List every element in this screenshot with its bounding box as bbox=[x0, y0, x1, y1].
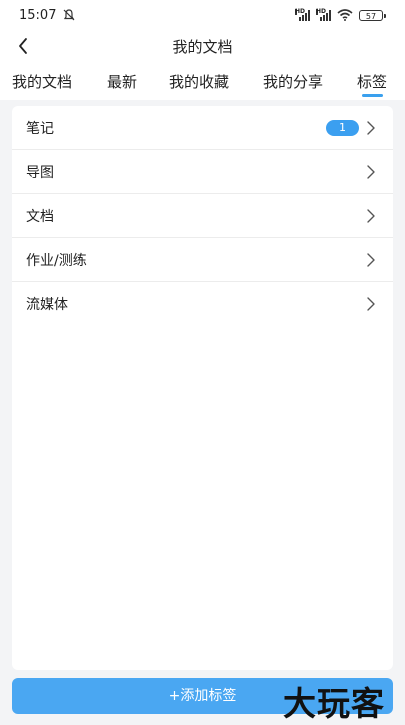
signal-icon: HD bbox=[295, 9, 310, 21]
tag-list: 笔记 1 导图 文档 作业/测练 流媒体 bbox=[12, 106, 393, 670]
signal-icon: HD bbox=[316, 9, 331, 21]
tab-tags[interactable]: 标签 bbox=[357, 71, 387, 92]
chevron-right-icon bbox=[367, 253, 375, 267]
tag-label: 文档 bbox=[26, 209, 54, 225]
tab-shares[interactable]: 我的分享 bbox=[263, 71, 323, 92]
tag-label: 流媒体 bbox=[26, 297, 68, 313]
status-time: 15:07 bbox=[19, 7, 57, 23]
chevron-right-icon bbox=[367, 297, 375, 311]
status-left: 15:07 bbox=[19, 8, 76, 23]
status-bar: 15:07 HD HD 57 bbox=[0, 0, 405, 30]
tab-bar: 我的文档 最新 我的收藏 我的分享 标签 bbox=[0, 62, 405, 100]
tag-label: 作业/测练 bbox=[26, 253, 87, 269]
tag-label: 导图 bbox=[26, 165, 54, 181]
status-right: HD HD 57 bbox=[295, 9, 386, 21]
tab-latest[interactable]: 最新 bbox=[107, 71, 137, 92]
active-tab-indicator bbox=[362, 94, 383, 97]
battery-level: 57 bbox=[365, 11, 377, 21]
tag-row-homework[interactable]: 作业/测练 bbox=[12, 238, 393, 282]
tag-row-documents[interactable]: 文档 bbox=[12, 194, 393, 238]
notifications-off-icon bbox=[64, 9, 75, 21]
tag-row-mindmap[interactable]: 导图 bbox=[12, 150, 393, 194]
battery-icon: 57 bbox=[359, 9, 386, 21]
tag-row-notes[interactable]: 笔记 1 bbox=[12, 106, 393, 150]
tab-my-documents[interactable]: 我的文档 bbox=[12, 71, 72, 92]
chevron-right-icon bbox=[367, 165, 375, 179]
tag-label: 笔记 bbox=[26, 121, 54, 137]
tab-favorites[interactable]: 我的收藏 bbox=[169, 71, 229, 92]
watermark-logo: 大玩客 bbox=[283, 684, 385, 723]
page-title: 我的文档 bbox=[172, 38, 233, 56]
nav-bar: 我的文档 bbox=[0, 30, 405, 62]
wifi-icon bbox=[337, 9, 353, 21]
count-badge: 1 bbox=[326, 120, 359, 136]
tag-row-streaming[interactable]: 流媒体 bbox=[12, 282, 393, 326]
chevron-right-icon bbox=[367, 209, 375, 223]
chevron-right-icon bbox=[367, 121, 375, 135]
